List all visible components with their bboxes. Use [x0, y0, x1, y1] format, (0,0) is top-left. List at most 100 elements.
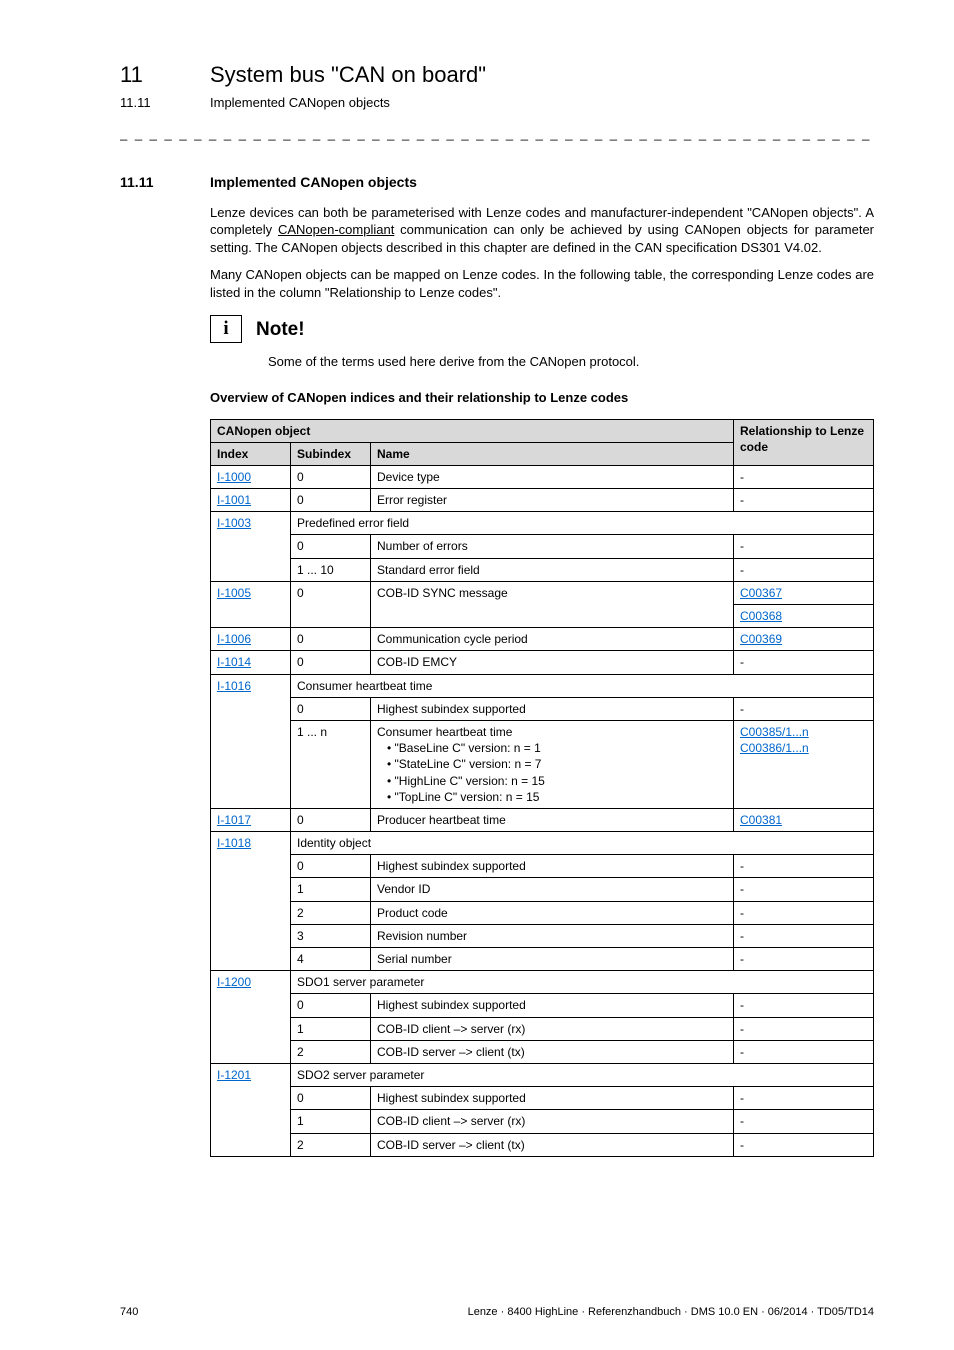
note-block: i Note!	[210, 315, 874, 343]
cell-sub: 0	[291, 855, 371, 878]
cell-sub: 0	[291, 808, 371, 831]
page-footer: 740 Lenze · 8400 HighLine · Referenzhand…	[120, 1305, 874, 1320]
index-link[interactable]: I-1001	[217, 493, 251, 507]
section-number: 11.11	[120, 173, 210, 192]
chapter-title: System bus "CAN on board"	[210, 60, 486, 90]
subchapter-number: 11.11	[120, 94, 210, 112]
cell-span-header: Predefined error field	[291, 512, 874, 535]
cell-name: COB-ID client –> server (rx)	[371, 1017, 734, 1040]
cell-name: Device type	[371, 465, 734, 488]
section-heading: 11.11 Implemented CANopen objects	[120, 173, 874, 192]
cell-sub: 2	[291, 1133, 371, 1156]
index-link[interactable]: I-1018	[217, 836, 251, 850]
table-row: I-1005 0 COB-ID SYNC message C00367	[211, 581, 874, 604]
rel-link[interactable]: C00386/1...n	[740, 741, 809, 755]
cell-line: • "BaseLine C" version: n = 1	[377, 740, 727, 756]
cell-rel: -	[734, 948, 874, 971]
overview-heading: Overview of CANopen indices and their re…	[210, 389, 874, 407]
table-row: I-1200 SDO1 server parameter	[211, 971, 874, 994]
table-row: I-1001 0 Error register -	[211, 489, 874, 512]
section-title: Implemented CANopen objects	[210, 173, 417, 192]
cell-span-header: Consumer heartbeat time	[291, 674, 874, 697]
table-row: 1 ... 10 Standard error field -	[211, 558, 874, 581]
cell-name: Producer heartbeat time	[371, 808, 734, 831]
cell-sub: 0	[291, 697, 371, 720]
rel-link[interactable]: C00367	[740, 586, 782, 600]
cell-rel: -	[734, 558, 874, 581]
chapter-heading: 11 System bus "CAN on board"	[120, 60, 874, 90]
page-number: 740	[120, 1305, 138, 1320]
para1-link: CANopen-compliant	[278, 222, 394, 237]
cell-name: COB-ID server –> client (tx)	[371, 1133, 734, 1156]
table-row: 0 Number of errors -	[211, 535, 874, 558]
cell-line: Consumer heartbeat time	[377, 724, 727, 740]
cell-name: Serial number	[371, 948, 734, 971]
cell-rel: -	[734, 1017, 874, 1040]
rel-link[interactable]: C00385/1...n	[740, 725, 809, 739]
paragraph-2: Many CANopen objects can be mapped on Le…	[210, 266, 874, 301]
table-row: 0 Highest subindex supported -	[211, 1087, 874, 1110]
cell-rel: -	[734, 535, 874, 558]
cell-line: • "TopLine C" version: n = 15	[377, 789, 727, 805]
cell-rel: -	[734, 1110, 874, 1133]
chapter-number: 11	[120, 60, 210, 90]
table-row: I-1000 0 Device type -	[211, 465, 874, 488]
cell-sub: 0	[291, 628, 371, 651]
th-name: Name	[371, 442, 734, 465]
index-link[interactable]: I-1003	[217, 516, 251, 530]
separator-dashes: _ _ _ _ _ _ _ _ _ _ _ _ _ _ _ _ _ _ _ _ …	[120, 125, 874, 143]
rel-link[interactable]: C00381	[740, 813, 782, 827]
cell-rel: C00385/1...n C00386/1...n	[734, 720, 874, 808]
table-row: 1 COB-ID client –> server (rx) -	[211, 1110, 874, 1133]
cell-sub: 0	[291, 465, 371, 488]
table-row: I-1201 SDO2 server parameter	[211, 1063, 874, 1086]
index-link[interactable]: I-1000	[217, 470, 251, 484]
table-row: 0 Highest subindex supported -	[211, 855, 874, 878]
table-row: I-1016 Consumer heartbeat time	[211, 674, 874, 697]
cell-name: COB-ID SYNC message	[371, 581, 734, 627]
table-row: 2 Product code -	[211, 901, 874, 924]
index-link[interactable]: I-1016	[217, 679, 251, 693]
cell-span-header: Identity object	[291, 832, 874, 855]
cell-sub: 1 ... 10	[291, 558, 371, 581]
cell-rel: -	[734, 697, 874, 720]
table-row: 3 Revision number -	[211, 924, 874, 947]
rel-link[interactable]: C00368	[740, 609, 782, 623]
cell-name: Consumer heartbeat time • "BaseLine C" v…	[371, 720, 734, 808]
index-link[interactable]: I-1014	[217, 655, 251, 669]
cell-rel: -	[734, 651, 874, 674]
cell-rel: -	[734, 994, 874, 1017]
table-row: 1 ... n Consumer heartbeat time • "BaseL…	[211, 720, 874, 808]
th-relationship: Relationship to Lenze code	[734, 419, 874, 465]
cell-rel: -	[734, 489, 874, 512]
cell-name: Error register	[371, 489, 734, 512]
cell-rel: -	[734, 855, 874, 878]
cell-sub: 1	[291, 878, 371, 901]
cell-span-header: SDO1 server parameter	[291, 971, 874, 994]
cell-line: • "StateLine C" version: n = 7	[377, 756, 727, 772]
table-row: 1 COB-ID client –> server (rx) -	[211, 1017, 874, 1040]
table-row: I-1006 0 Communication cycle period C003…	[211, 628, 874, 651]
cell-rel: -	[734, 1040, 874, 1063]
th-subindex: Subindex	[291, 442, 371, 465]
cell-rel: -	[734, 878, 874, 901]
index-link[interactable]: I-1006	[217, 632, 251, 646]
cell-rel: -	[734, 1087, 874, 1110]
cell-name: COB-ID client –> server (rx)	[371, 1110, 734, 1133]
cell-rel: -	[734, 901, 874, 924]
cell-line: • "HighLine C" version: n = 15	[377, 773, 727, 789]
rel-link[interactable]: C00369	[740, 632, 782, 646]
cell-name: Standard error field	[371, 558, 734, 581]
cell-name: Highest subindex supported	[371, 855, 734, 878]
index-link[interactable]: I-1017	[217, 813, 251, 827]
index-link[interactable]: I-1200	[217, 975, 251, 989]
index-link[interactable]: I-1005	[217, 586, 251, 600]
cell-sub: 0	[291, 489, 371, 512]
cell-sub: 0	[291, 535, 371, 558]
cell-rel: -	[734, 1133, 874, 1156]
cell-name: Number of errors	[371, 535, 734, 558]
cell-sub: 1 ... n	[291, 720, 371, 808]
cell-sub: 1	[291, 1110, 371, 1133]
cell-name: Highest subindex supported	[371, 697, 734, 720]
index-link[interactable]: I-1201	[217, 1068, 251, 1082]
